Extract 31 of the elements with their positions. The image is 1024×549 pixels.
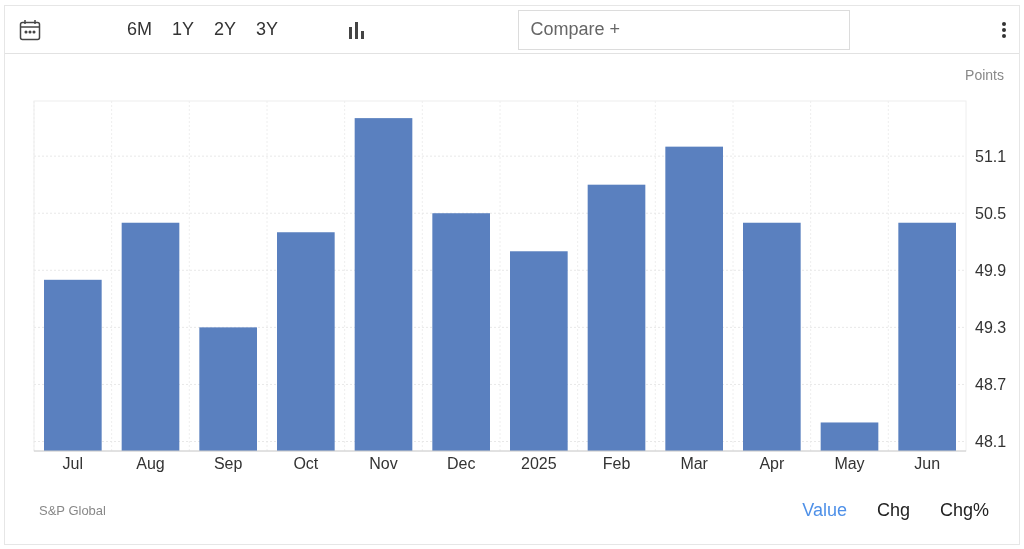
range-button[interactable]: 3Y [248,19,287,40]
x-tick-label: 2025 [521,455,557,472]
y-tick-label: 48.7 [975,376,1007,394]
x-tick-label: Mar [680,455,708,472]
y-tick-label: 51.1 [975,148,1007,166]
range-button[interactable]: 2Y [206,19,245,40]
view-tab[interactable]: Chg% [939,499,989,521]
y-tick-label: 50.5 [975,205,1007,223]
unit-label: Points [965,67,1004,83]
view-tab[interactable]: Chg [876,499,910,521]
x-tick-label: Sep [213,455,243,472]
calendar-icon[interactable] [19,18,41,41]
x-tick-label: May [834,455,865,472]
x-tick-label: Nov [369,455,398,472]
x-tick-label: Feb [602,455,631,472]
compare-field[interactable]: Compare + [517,9,850,50]
y-tick-label: 48.1 [975,433,1007,451]
x-tick-label: Jun [914,455,941,472]
x-tick-label: Aug [136,455,165,472]
x-tick-label: Dec [446,455,476,472]
more-icon[interactable] [1001,20,1007,39]
range-button[interactable]: 1Y [164,19,203,40]
bar [820,422,879,451]
range-button[interactable]: 6M [119,19,160,40]
x-tick-label: Jul [62,455,84,472]
x-tick-label: Apr [759,455,785,472]
y-tick-label: 49.9 [975,262,1007,280]
source-label: S&P Global [39,502,106,518]
bar-chart-icon[interactable] [348,20,367,39]
x-tick-label: Oct [293,455,319,472]
y-tick-label: 49.3 [975,319,1007,337]
